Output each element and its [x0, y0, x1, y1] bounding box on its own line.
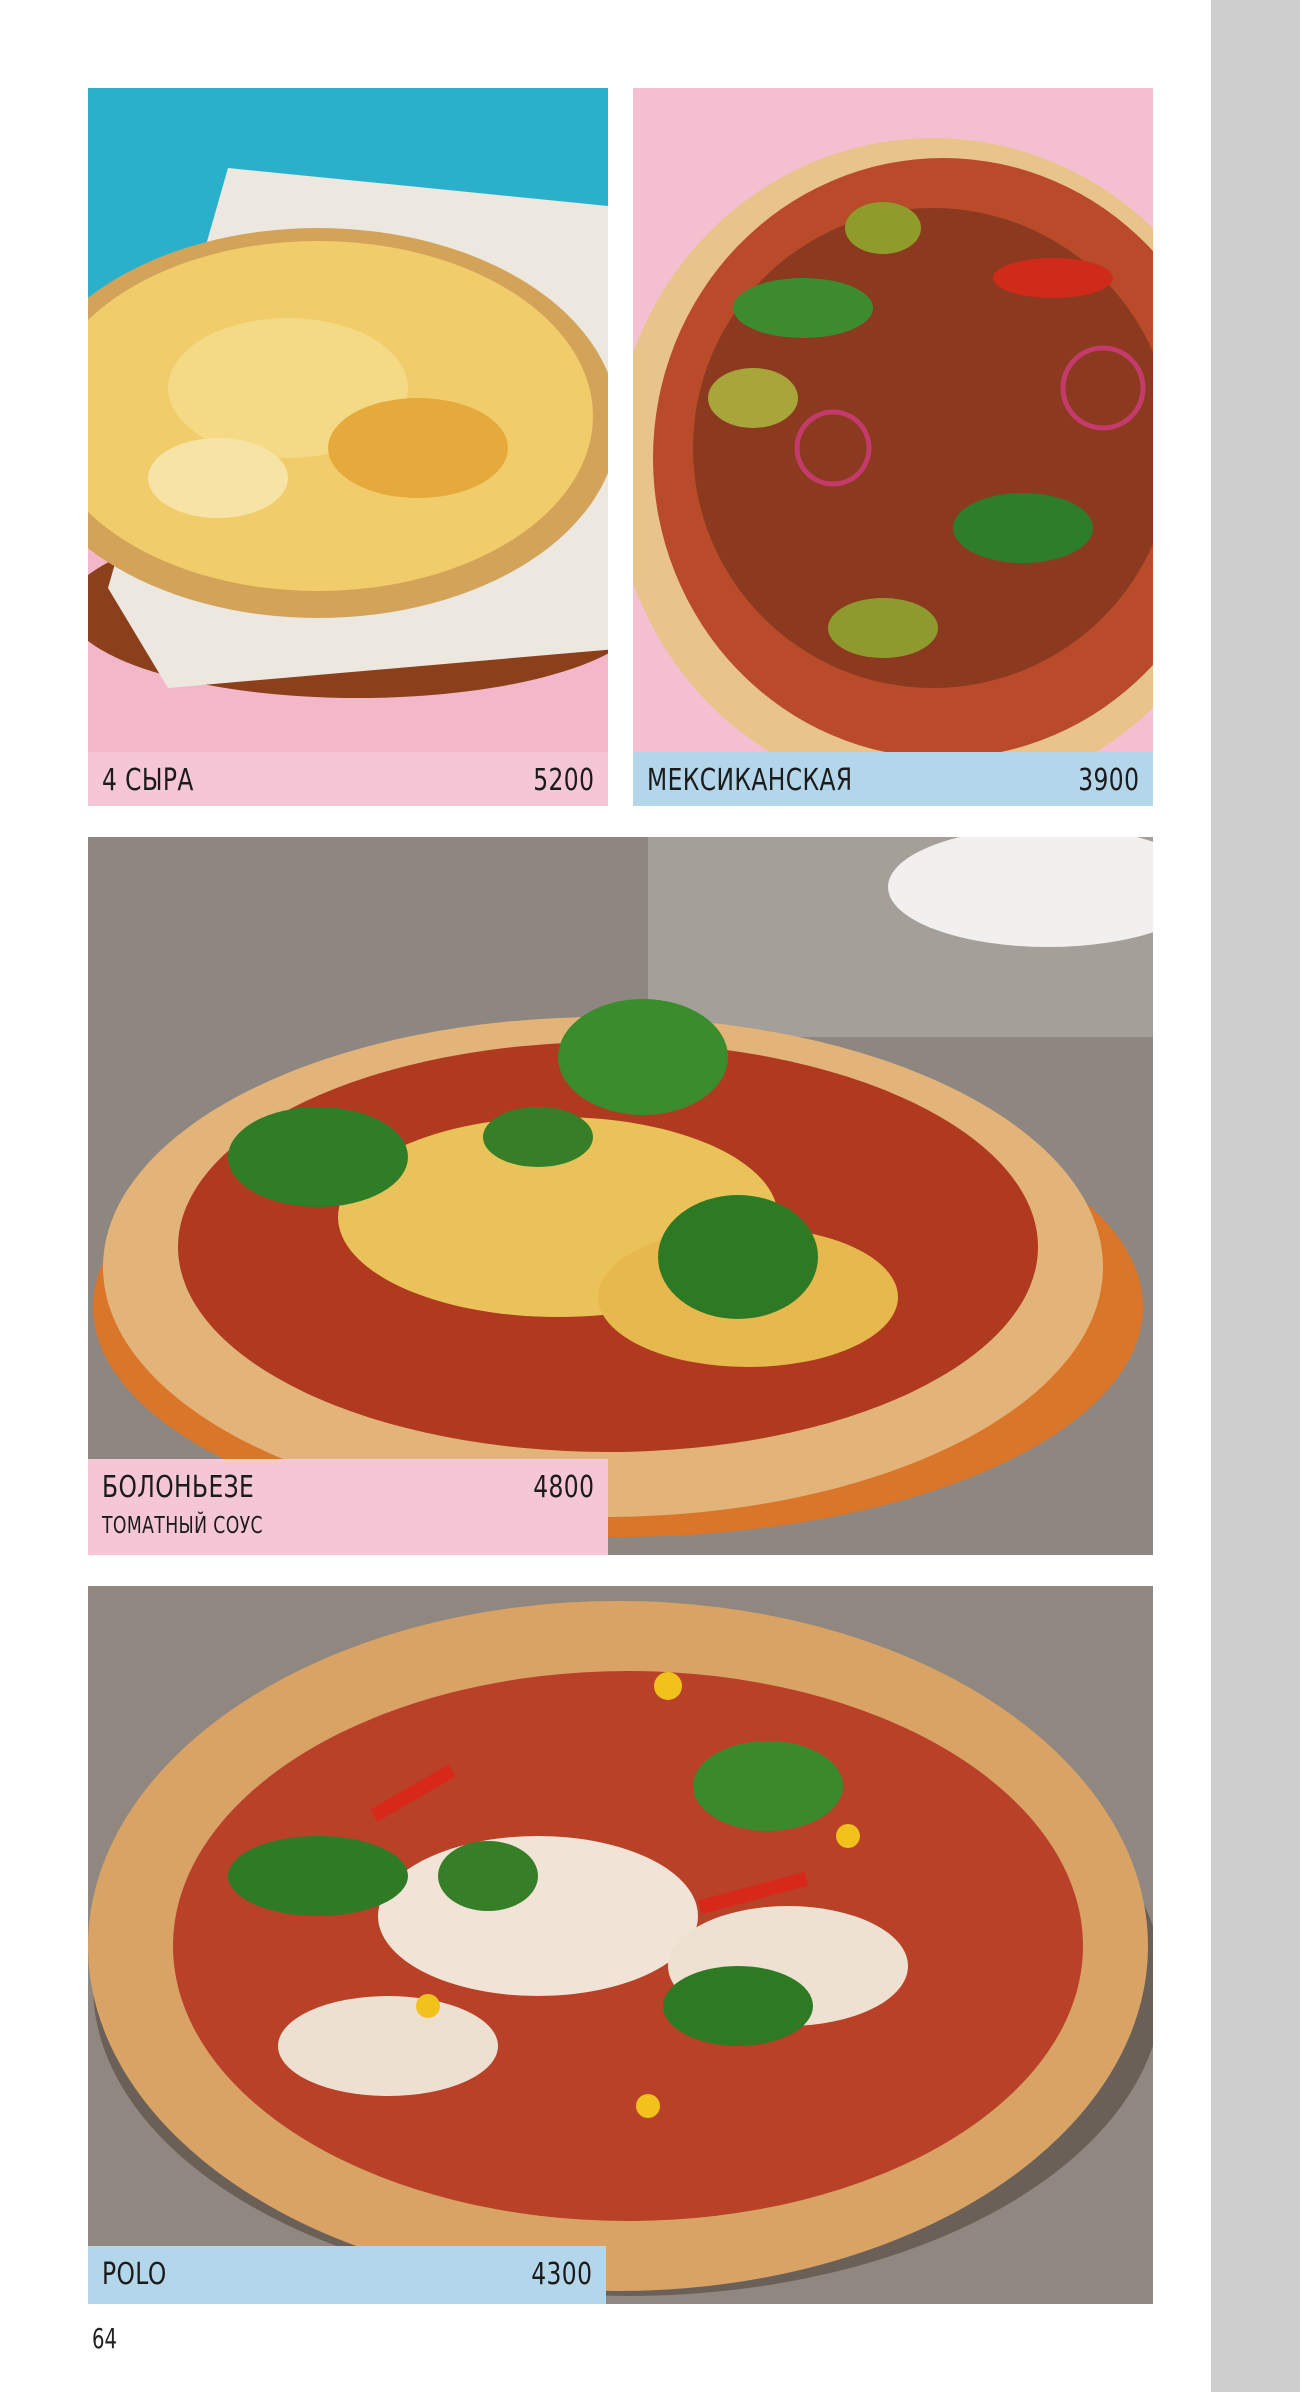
menu-item-label: 4 СЫРА 5200 — [88, 752, 608, 806]
menu-item-name: БОЛОНЬЕЗЕ — [102, 1470, 255, 1505]
menu-item-price: 4300 — [530, 2257, 592, 2292]
menu-item-price: 5200 — [532, 763, 594, 798]
menu-card-four-cheese: 4 СЫРА 5200 — [88, 88, 608, 806]
menu-item-price: 3900 — [1077, 763, 1139, 798]
menu-item-price: 4800 — [532, 1470, 594, 1505]
mexican-pizza-photo — [633, 88, 1153, 806]
menu-item-label: POLO 4300 — [88, 2246, 606, 2304]
four-cheese-pizza-photo — [88, 88, 608, 806]
menu-item-subtitle: ТОМАТНЫЙ СОУС — [102, 1513, 263, 1539]
polo-pizza-photo — [88, 1586, 1153, 2304]
page-number: 64 — [92, 2322, 117, 2355]
menu-item-label: БОЛОНЬЕЗЕ 4800 ТОМАТНЫЙ СОУС — [88, 1459, 608, 1555]
menu-item-name: 4 СЫРА — [102, 763, 194, 798]
menu-item-name: POLO — [102, 2257, 167, 2292]
page-edge-strip — [1211, 0, 1300, 2392]
menu-card-mexican: МЕКСИКАНСКАЯ 3900 — [633, 88, 1153, 806]
menu-card-bolognese: БОЛОНЬЕЗЕ 4800 ТОМАТНЫЙ СОУС — [88, 837, 1153, 1555]
bolognese-pizza-photo — [88, 837, 1153, 1555]
menu-card-polo: POLO 4300 — [88, 1586, 1153, 2304]
menu-item-label: МЕКСИКАНСКАЯ 3900 — [633, 752, 1153, 806]
menu-item-name: МЕКСИКАНСКАЯ — [647, 763, 853, 798]
